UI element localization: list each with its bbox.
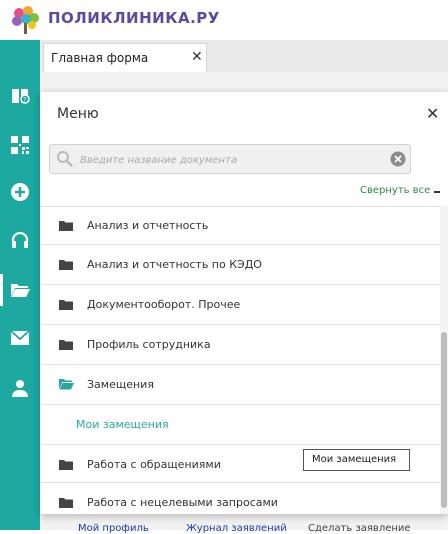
menu-item-label: Работа с обращениями: [87, 458, 221, 471]
menu-item-label: Анализ и отчетность по КЭДО: [87, 258, 262, 271]
menu-item[interactable]: Профиль сотрудника: [40, 324, 440, 364]
collapse-all-button[interactable]: Свернуть все: [360, 185, 430, 196]
tab-main-form[interactable]: Главная форма ✕: [43, 43, 207, 72]
headset-icon[interactable]: [0, 220, 40, 260]
menu-close-icon[interactable]: ✕: [426, 104, 439, 123]
menu-item-label: Профиль сотрудника: [87, 338, 211, 351]
tab-bar: Главная форма ✕: [40, 40, 448, 72]
qr-code-icon[interactable]: [0, 125, 40, 165]
tab-label: Главная форма: [51, 51, 149, 65]
applications-log-link[interactable]: Журнал заявлений: [186, 523, 287, 534]
clear-search-icon[interactable]: [390, 151, 406, 167]
tab-close-icon[interactable]: ✕: [191, 49, 203, 65]
tooltip: Мои замещения: [303, 449, 410, 471]
folder-icon: [59, 221, 73, 231]
plus-circle-icon[interactable]: [0, 172, 40, 212]
left-sidebar: ?: [0, 40, 40, 530]
menu-item[interactable]: Анализ и отчетность по КЭДО: [40, 244, 440, 284]
folder-icon: [59, 300, 73, 310]
menu-item-label: Работа с нецелевыми запросами: [87, 496, 278, 509]
menu-item-label: Анализ и отчетность: [87, 219, 209, 232]
book-help-icon[interactable]: ?: [0, 76, 40, 116]
search-input[interactable]: [80, 151, 380, 169]
folder-icon: [59, 460, 73, 470]
folder-open-icon[interactable]: [0, 270, 40, 310]
menu-item[interactable]: Анализ и отчетность: [40, 206, 440, 244]
search-icon: [57, 151, 73, 167]
menu-item[interactable]: Документооборот. Прочее: [40, 284, 440, 324]
menu-item-label: Документооборот. Прочее: [87, 298, 241, 311]
make-application-text[interactable]: Сделать заявление: [308, 523, 411, 534]
scrollbar-thumb[interactable]: [441, 332, 447, 508]
svg-text:?: ?: [23, 97, 26, 104]
logo-text: ПОЛИКЛИНИКА.РУ: [48, 9, 220, 27]
menu-title: Меню: [57, 106, 99, 122]
minus-icon: [434, 191, 440, 193]
user-icon[interactable]: [0, 368, 40, 408]
folder-icon: [59, 340, 73, 350]
submenu-item[interactable]: Мои замещения: [40, 404, 440, 444]
folder-open-icon: [59, 379, 74, 390]
my-profile-link[interactable]: Мой профиль: [78, 523, 149, 534]
folder-icon: [59, 498, 73, 508]
mail-icon[interactable]: [0, 318, 40, 358]
top-bar: ПОЛИКЛИНИКА.РУ: [0, 0, 448, 40]
folder-icon: [59, 260, 73, 270]
submenu-item-label: Мои замещения: [76, 418, 169, 431]
logo-tree-icon: [12, 6, 39, 34]
menu-item-label: Замещения: [87, 378, 154, 391]
search-box: [49, 144, 411, 174]
menu-item[interactable]: Работа с нецелевыми запросами: [40, 482, 440, 514]
menu-item-expanded[interactable]: Замещения: [40, 364, 440, 404]
